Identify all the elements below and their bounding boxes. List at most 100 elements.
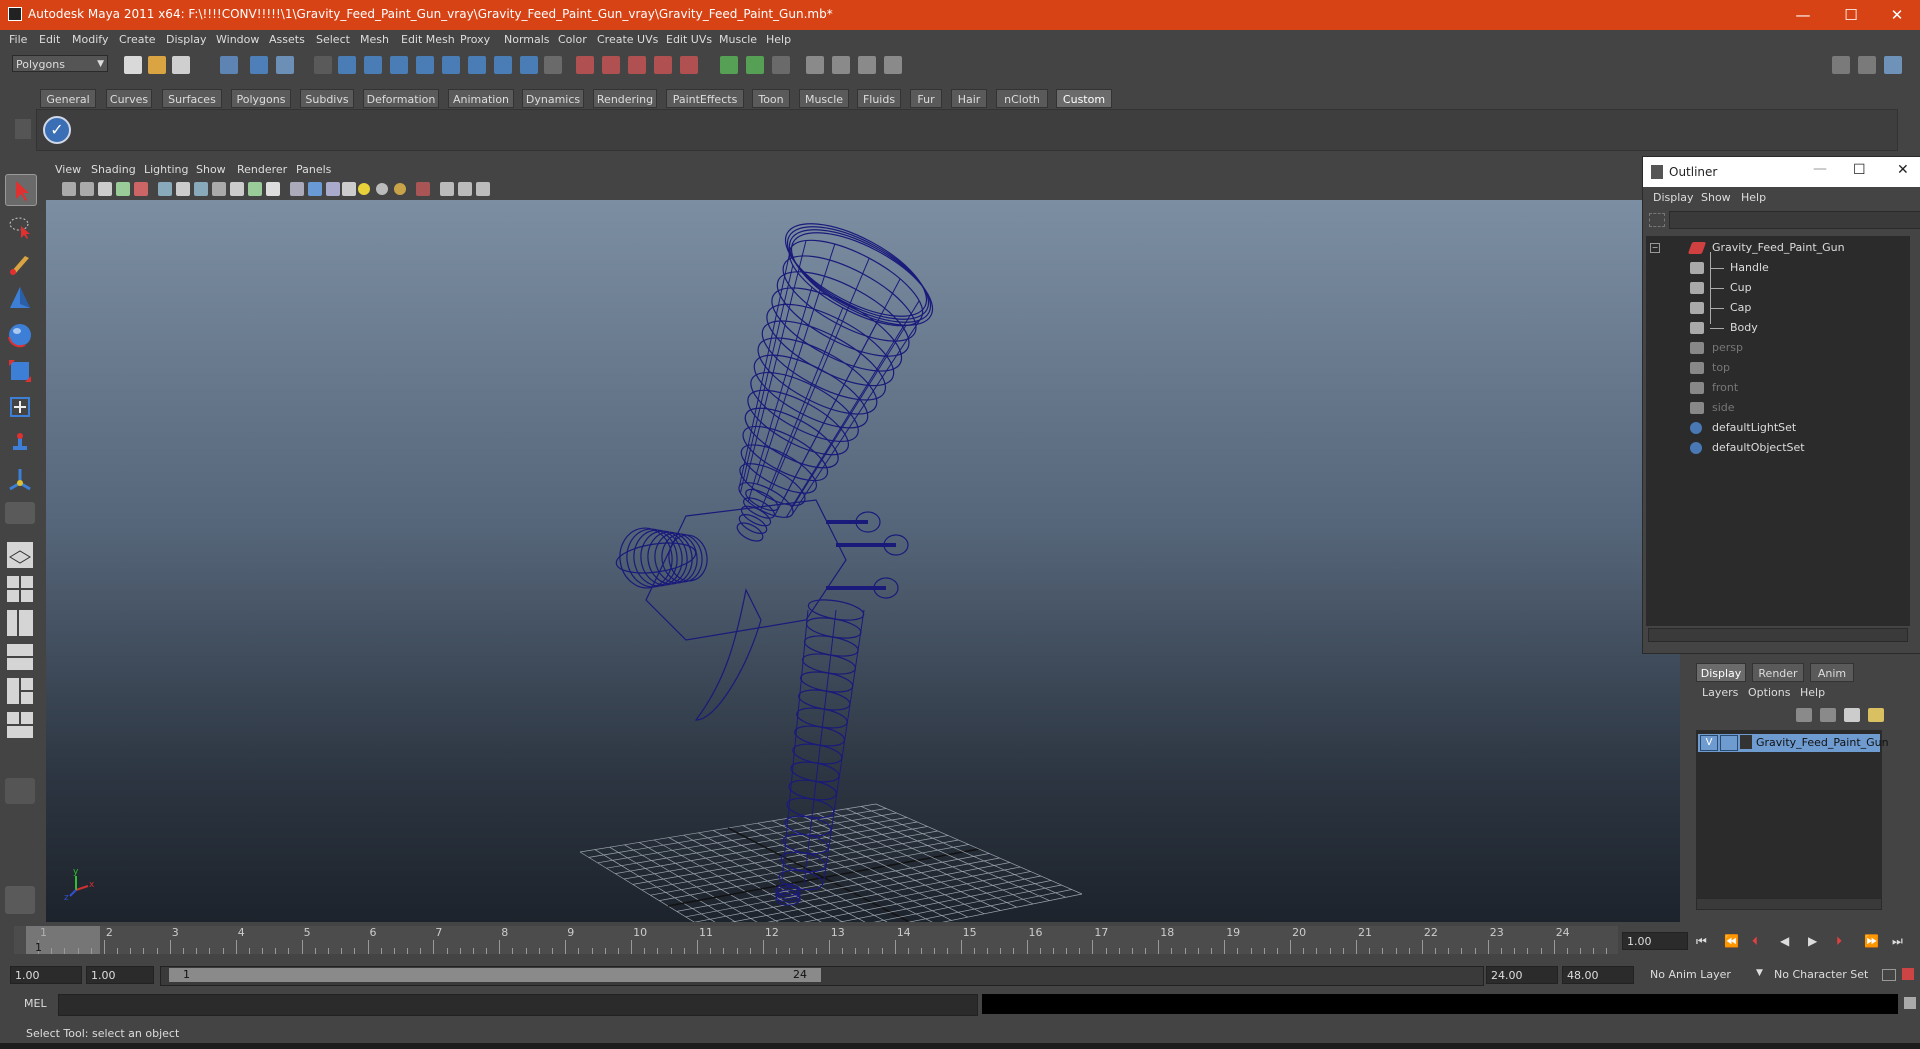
menu-edit-uvs[interactable]: Edit UVs [666, 33, 712, 46]
hypershade-layout-icon[interactable] [5, 676, 35, 706]
bookmarks-icon[interactable] [98, 182, 112, 196]
maximize-button[interactable]: ☐ [1828, 0, 1874, 30]
single-perspective-layout-icon[interactable] [5, 540, 35, 570]
playback-end-field[interactable]: 24.00 [1486, 966, 1558, 984]
vp-menu-show[interactable]: Show [196, 163, 226, 176]
outliner-menu-show[interactable]: Show [1701, 191, 1731, 204]
step-forward-frame-icon[interactable]: ⏵ [1836, 934, 1842, 949]
outliner-item[interactable]: defaultObjectSet [1646, 438, 1910, 458]
shelf-tab-dynamics[interactable]: Dynamics [522, 89, 584, 108]
four-view-layout-icon[interactable] [5, 574, 35, 604]
field-chart-icon[interactable] [230, 182, 244, 196]
paint-select-tool-icon[interactable] [5, 248, 35, 278]
two-d-pan-zoom-icon[interactable] [134, 182, 148, 196]
outliner-item[interactable]: top [1646, 358, 1910, 378]
shadows-icon[interactable] [394, 183, 406, 195]
close-button[interactable]: ✕ [1874, 0, 1920, 30]
shelf-tab-deformation[interactable]: Deformation [363, 89, 439, 108]
outliner-item[interactable]: Body [1646, 318, 1910, 338]
layer-tab-anim[interactable]: Anim [1810, 663, 1854, 682]
go-to-end-icon[interactable]: ⏭ [1892, 934, 1903, 949]
layer-tab-display[interactable]: Display [1696, 663, 1746, 682]
grid-icon[interactable] [158, 182, 172, 196]
persp-graph-layout-icon[interactable] [5, 642, 35, 672]
time-slider-track[interactable]: 123456789101112131415161718192021222324 … [14, 926, 1618, 954]
outliner-h-scrollbar[interactable] [1648, 628, 1908, 642]
toolbox-options-icon[interactable] [5, 778, 35, 804]
snap-to-point-icon[interactable] [628, 56, 646, 74]
layer-tab-render[interactable]: Render [1752, 663, 1804, 682]
auto-key-icon[interactable] [1902, 968, 1914, 980]
lock-selection-icon[interactable] [544, 56, 562, 74]
construction-history-icon[interactable] [772, 56, 790, 74]
save-scene-icon[interactable] [172, 56, 190, 74]
shelf-tab-muscle[interactable]: Muscle [799, 89, 849, 108]
wireframe-on-shaded-icon[interactable] [326, 182, 340, 196]
outliner-close-button[interactable]: ✕ [1897, 162, 1909, 178]
script-editor-icon[interactable] [1904, 997, 1916, 1009]
attribute-editor-icon[interactable] [1832, 56, 1850, 74]
layer-menu-layers[interactable]: Layers [1702, 686, 1738, 699]
show-manipulator-icon[interactable] [5, 464, 35, 494]
menu-color[interactable]: Color [558, 33, 587, 46]
menu-muscle[interactable]: Muscle [719, 33, 757, 46]
wireframe-icon[interactable] [290, 182, 304, 196]
lasso-tool-icon[interactable] [5, 212, 35, 242]
menu-window[interactable]: Window [216, 33, 259, 46]
play-backward-icon[interactable]: ◀ [1780, 934, 1789, 948]
rotate-tool-icon[interactable] [5, 320, 35, 350]
shelf-tab-curves[interactable]: Curves [106, 89, 152, 108]
menu-create[interactable]: Create [119, 33, 156, 46]
select-handle-icon[interactable] [338, 56, 356, 74]
render-view-icon[interactable] [806, 56, 824, 74]
shelf-tab-subdivs[interactable]: Subdivs [300, 89, 354, 108]
shelf-tab-surfaces[interactable]: Surfaces [162, 89, 222, 108]
input-ops-icon[interactable] [720, 56, 738, 74]
open-scene-icon[interactable] [148, 56, 166, 74]
outliner-item[interactable]: persp [1646, 338, 1910, 358]
layer-h-scrollbar[interactable] [1696, 898, 1882, 910]
hardware-render-icon[interactable] [476, 182, 490, 196]
layer-color-swatch[interactable] [1740, 735, 1752, 749]
layer-row[interactable]: V Gravity_Feed_Paint_Gun [1698, 734, 1889, 752]
vp-menu-shading[interactable]: Shading [91, 163, 136, 176]
resolution-gate-icon[interactable] [194, 182, 208, 196]
last-tool-icon[interactable] [5, 502, 35, 524]
scale-tool-icon[interactable] [5, 356, 35, 386]
maya-app-icon[interactable] [8, 7, 22, 21]
range-slider-handle[interactable]: 1 24 [169, 968, 821, 982]
menu-file[interactable]: File [9, 33, 27, 46]
ipr-render-icon[interactable] [858, 56, 876, 74]
outliner-menu-display[interactable]: Display [1653, 191, 1694, 204]
select-dynamics-icon[interactable] [468, 56, 486, 74]
select-by-object-icon[interactable] [250, 56, 268, 74]
select-rendering-icon[interactable] [494, 56, 512, 74]
select-joint-icon[interactable] [364, 56, 382, 74]
menu-display[interactable]: Display [166, 33, 207, 46]
anim-layer-chevron-icon[interactable]: ▼ [1756, 968, 1763, 978]
render-settings-icon[interactable] [884, 56, 902, 74]
shelf-tab-custom[interactable]: Custom [1056, 89, 1112, 108]
soft-modification-icon[interactable] [5, 428, 35, 458]
go-to-start-icon[interactable]: ⏮ [1696, 934, 1707, 949]
outliner-item[interactable]: side [1646, 398, 1910, 418]
render-frame-icon[interactable] [832, 56, 850, 74]
outliner-filter-field[interactable] [1669, 211, 1920, 229]
menu-set-select[interactable]: Polygons ▼ [12, 55, 108, 72]
animation-end-field[interactable]: 48.00 [1562, 966, 1634, 984]
layer-menu-help[interactable]: Help [1800, 686, 1825, 699]
vp-menu-renderer[interactable]: Renderer [237, 163, 287, 176]
xray-joints-icon[interactable] [458, 182, 472, 196]
paint-gun-wireframe[interactable] [614, 205, 945, 906]
time-slider[interactable]: 123456789101112131415161718192021222324 … [0, 924, 1920, 956]
channel-box-icon[interactable] [1884, 56, 1902, 74]
select-by-component-icon[interactable] [276, 56, 294, 74]
select-deformation-icon[interactable] [442, 56, 460, 74]
move-tool-icon[interactable] [5, 284, 35, 314]
outliner-item[interactable]: Cup [1646, 278, 1910, 298]
new-layer-icon[interactable] [1844, 708, 1860, 722]
image-plane-icon[interactable] [116, 182, 130, 196]
move-layer-up-icon[interactable] [1796, 708, 1812, 722]
tool-settings-icon[interactable] [1858, 56, 1876, 74]
animation-start-field[interactable]: 1.00 [10, 966, 82, 984]
